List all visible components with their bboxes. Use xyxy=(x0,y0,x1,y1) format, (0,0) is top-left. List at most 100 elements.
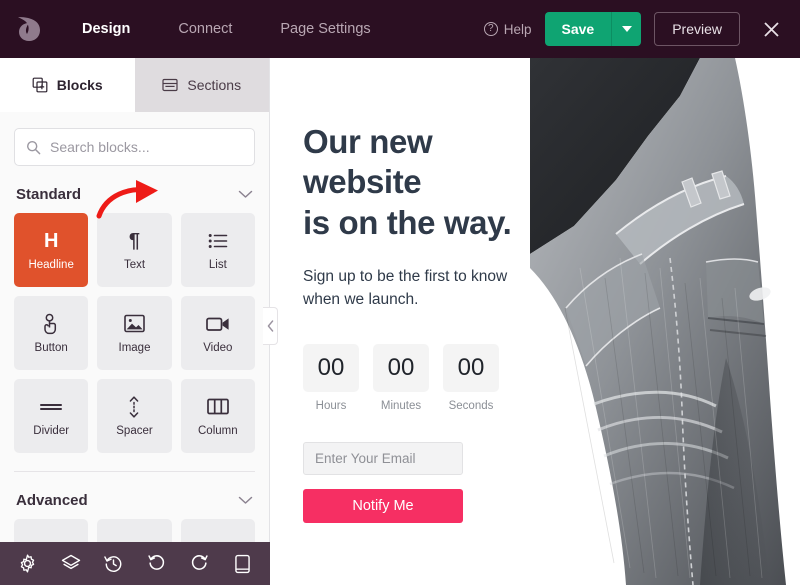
chevron-left-icon xyxy=(267,320,273,332)
help-label: Help xyxy=(503,21,532,37)
countdown-unit-seconds: 00 Seconds xyxy=(443,343,499,412)
history-button[interactable] xyxy=(92,554,135,573)
question-circle-icon: ? xyxy=(483,22,498,36)
block-tile-label: Button xyxy=(34,341,68,354)
nav-page-settings[interactable]: Page Settings xyxy=(256,0,394,58)
block-tile-label: Video xyxy=(203,341,233,354)
block-tile-label: Spacer xyxy=(116,424,153,437)
blocks-sidebar: Blocks Sections Standard xyxy=(0,58,270,585)
search-area xyxy=(0,112,269,166)
blocks-grid-icon xyxy=(32,77,48,93)
pilcrow-glyph: ¶ xyxy=(128,229,141,252)
email-input[interactable]: Enter Your Email xyxy=(303,441,463,475)
notify-me-button[interactable]: Notify Me xyxy=(303,488,463,523)
hero-content: Our new website is on the way. Sign up t… xyxy=(303,58,543,523)
spacer-arrows-icon xyxy=(130,395,139,418)
sidebar-bottom-toolbar xyxy=(0,542,270,585)
caret-down-icon xyxy=(621,26,632,32)
countdown-value: 00 xyxy=(303,343,359,392)
settings-button[interactable] xyxy=(6,554,49,573)
help-button[interactable]: ? Help xyxy=(483,21,532,37)
bullet-list-icon xyxy=(208,233,228,248)
sidebar-collapse-handle[interactable] xyxy=(263,307,278,345)
section-header-standard[interactable]: Standard xyxy=(0,166,269,213)
block-tile-column[interactable]: Column xyxy=(180,379,255,453)
chevron-down-icon[interactable] xyxy=(238,190,253,199)
subheadline-line: when we launch. xyxy=(303,291,419,309)
subheadline-line: Sign up to be the first to know xyxy=(303,267,508,285)
nav-connect[interactable]: Connect xyxy=(154,0,256,58)
page-builder-app: Design Connect Page Settings ? Help Save… xyxy=(0,0,800,585)
countdown-label: Seconds xyxy=(448,399,494,412)
block-tile-label: Text xyxy=(123,258,146,271)
image-picture-icon xyxy=(124,314,145,333)
save-button-group: Save xyxy=(544,12,642,46)
standard-blocks-grid: H Headline ¶ Text List Button Image Vide… xyxy=(0,213,269,453)
column-layout-icon xyxy=(206,398,229,415)
page-subheadline: Sign up to be the first to know when we … xyxy=(303,265,543,312)
layers-button[interactable] xyxy=(49,554,92,573)
video-camera-icon xyxy=(205,317,229,331)
headline-line: website xyxy=(303,163,422,201)
chevron-down-icon[interactable] xyxy=(238,496,253,505)
app-logo[interactable] xyxy=(0,15,58,43)
headline-line: is on the way. xyxy=(303,203,512,241)
block-tile-image[interactable]: Image xyxy=(97,296,172,370)
block-tile-label: Divider xyxy=(33,424,70,437)
headline-line: Our new xyxy=(303,123,433,160)
section-title-standard: Standard xyxy=(16,186,82,203)
main-nav: Design Connect Page Settings xyxy=(58,0,395,58)
tab-sections[interactable]: Sections xyxy=(134,58,269,112)
block-tile-button[interactable]: Button xyxy=(14,296,89,370)
section-header-advanced[interactable]: Advanced xyxy=(0,472,269,519)
sidebar-tabs: Blocks Sections xyxy=(0,58,269,112)
block-tile-label: Image xyxy=(118,341,151,354)
redo-icon xyxy=(191,555,208,570)
save-button[interactable]: Save xyxy=(544,12,612,46)
block-tile-spacer[interactable]: Spacer xyxy=(97,379,172,453)
device-preview-button[interactable] xyxy=(221,554,264,574)
countdown-label: Hours xyxy=(315,399,347,412)
undo-button[interactable] xyxy=(135,554,178,573)
countdown-value: 00 xyxy=(443,343,499,392)
search-blocks-box[interactable] xyxy=(14,128,255,166)
history-clock-icon xyxy=(104,556,122,572)
search-icon xyxy=(26,140,41,154)
mobile-device-icon xyxy=(235,554,250,573)
close-button[interactable] xyxy=(756,12,786,46)
headline-h-icon: H xyxy=(44,230,58,252)
close-icon xyxy=(763,21,779,37)
tab-blocks-label: Blocks xyxy=(56,77,103,93)
block-tile-list[interactable]: List xyxy=(180,213,255,287)
top-bar-actions: ? Help Save Preview xyxy=(483,12,800,46)
block-tile-video[interactable]: Video xyxy=(180,296,255,370)
block-tile-headline[interactable]: H Headline xyxy=(14,213,89,287)
nav-design[interactable]: Design xyxy=(58,0,154,58)
countdown-label: Minutes xyxy=(380,399,422,412)
search-input[interactable] xyxy=(50,139,243,155)
paragraph-pilcrow-icon: ¶ xyxy=(129,230,140,252)
block-tile-label: Headline xyxy=(28,258,74,271)
undo-icon xyxy=(148,555,165,570)
page-headline: Our new website is on the way. xyxy=(303,122,543,243)
redo-button[interactable] xyxy=(178,554,221,573)
preview-button[interactable]: Preview xyxy=(654,12,740,46)
page-canvas: Our new website is on the way. Sign up t… xyxy=(270,58,800,585)
top-bar: Design Connect Page Settings ? Help Save… xyxy=(0,0,800,58)
block-tile-divider[interactable]: Divider xyxy=(14,379,89,453)
countdown-unit-hours: 00 Hours xyxy=(303,343,359,412)
block-tile-label: Column xyxy=(198,424,238,437)
grayscale-jeans-photo xyxy=(530,58,800,585)
save-dropdown-button[interactable] xyxy=(611,12,642,46)
headline-glyph: H xyxy=(43,229,59,252)
sections-layout-icon xyxy=(162,78,178,92)
tab-sections-label: Sections xyxy=(187,77,242,93)
hero-photo xyxy=(530,58,800,585)
tab-blocks[interactable]: Blocks xyxy=(0,58,135,112)
divider-lines-icon xyxy=(40,403,63,410)
countdown-unit-minutes: 00 Minutes xyxy=(373,343,429,412)
countdown-value: 00 xyxy=(373,343,429,392)
block-tile-text[interactable]: ¶ Text xyxy=(97,213,172,287)
section-title-advanced: Advanced xyxy=(16,492,88,509)
gear-settings-icon xyxy=(20,554,35,573)
